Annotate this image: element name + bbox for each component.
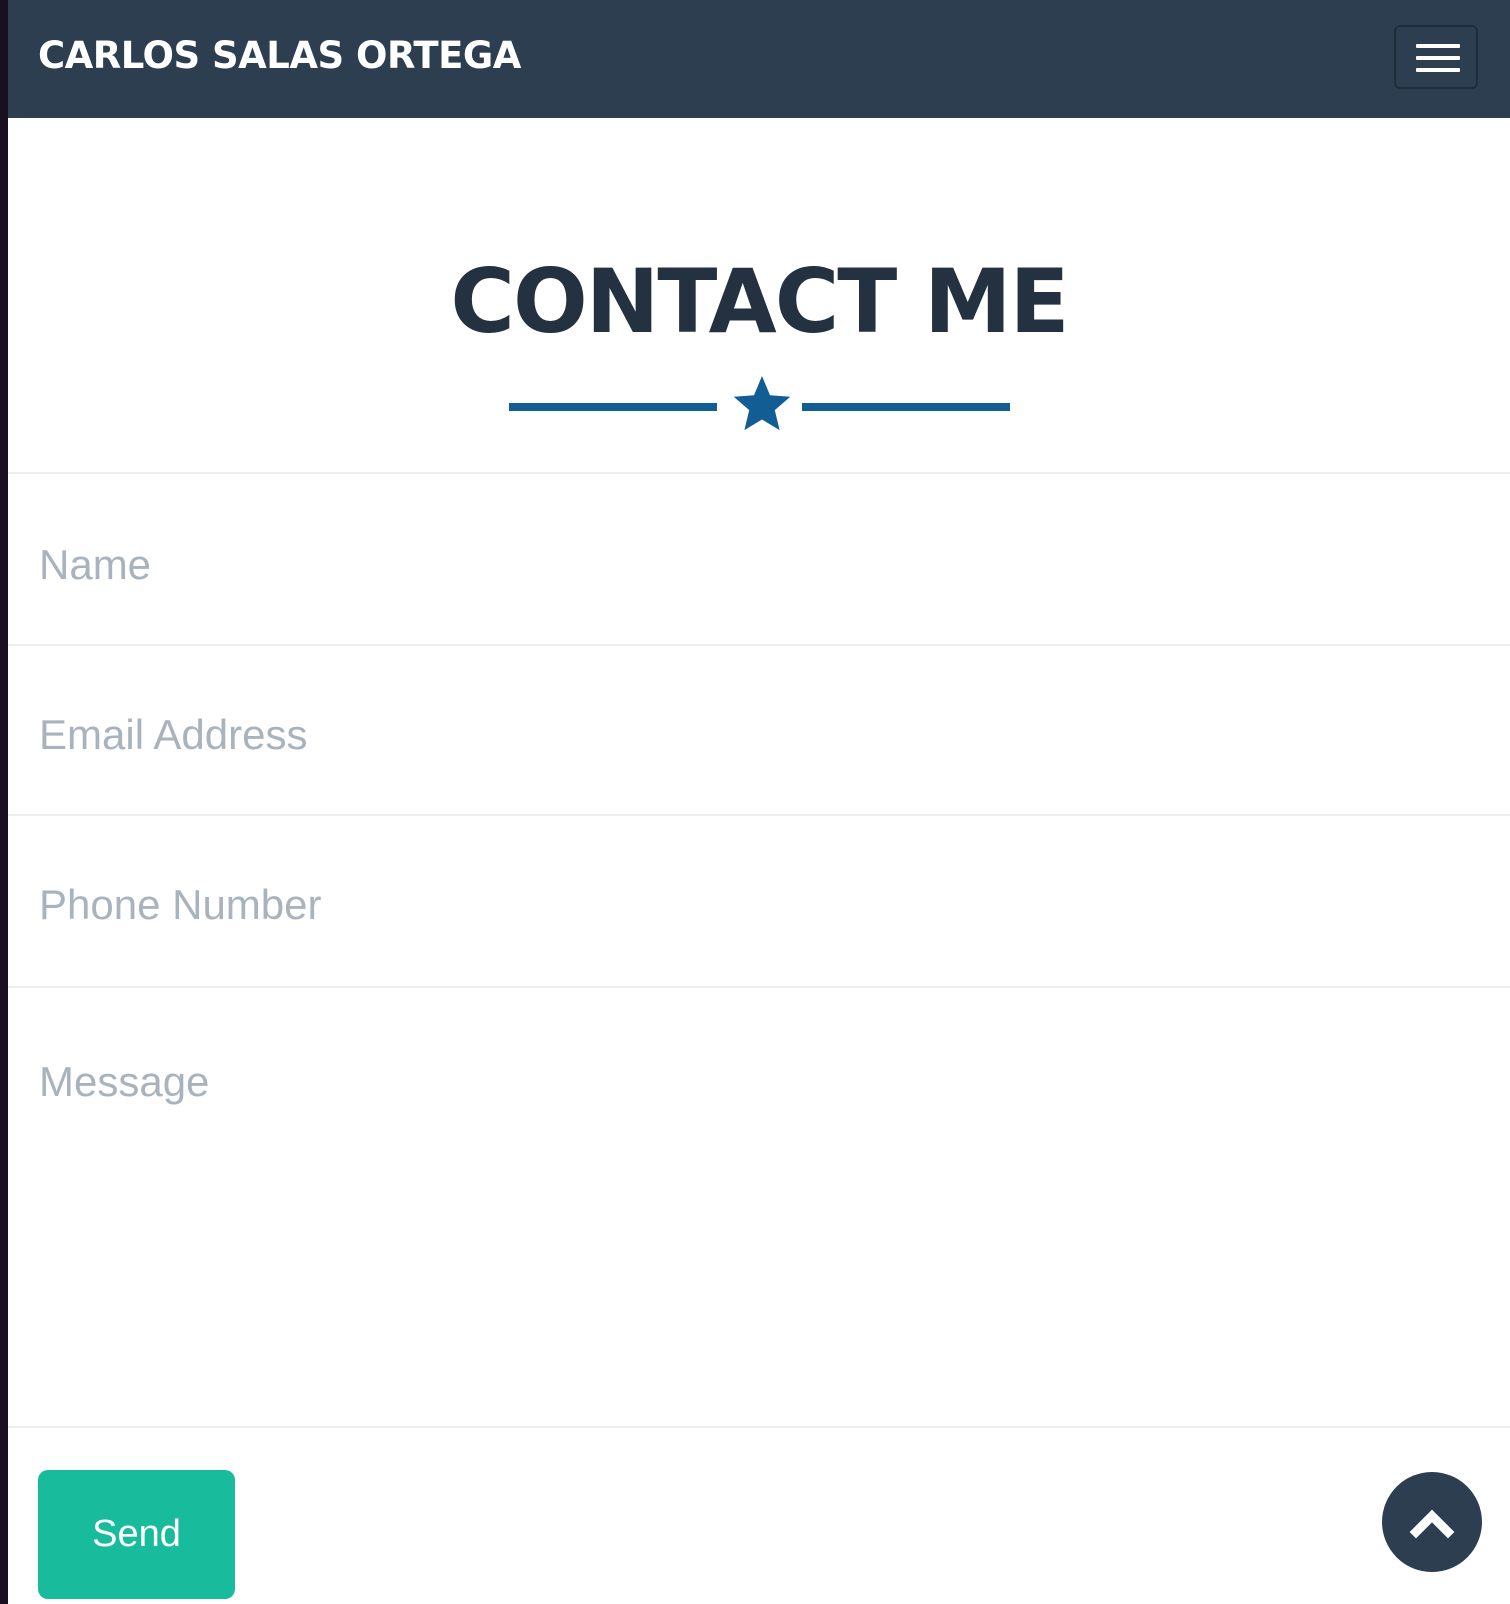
email-input[interactable] [8,700,1510,770]
star-icon [733,376,791,431]
scroll-top-button[interactable] [1382,1472,1482,1572]
section-title: CONTACT ME [450,250,1069,353]
page: CARLOS SALAS ORTEGA CONTACT ME Send [8,0,1510,1604]
navbar: CARLOS SALAS ORTEGA [8,0,1510,118]
separator [8,472,1510,474]
send-button[interactable]: Send [38,1470,235,1599]
separator [8,814,1510,816]
hamburger-icon [1416,56,1460,60]
name-input[interactable] [8,530,1510,600]
separator [8,986,1510,988]
message-textarea[interactable] [8,1058,1510,1418]
divider-line-left [509,403,717,411]
menu-toggle-button[interactable] [1394,25,1478,89]
brand-link[interactable]: CARLOS SALAS ORTEGA [38,34,521,77]
divider-line-right [802,403,1010,411]
hamburger-icon [1416,44,1460,48]
separator [8,644,1510,646]
phone-input[interactable] [8,870,1510,940]
chevron-up-icon [1409,1509,1455,1539]
hamburger-icon [1416,68,1460,72]
separator [8,1426,1510,1428]
